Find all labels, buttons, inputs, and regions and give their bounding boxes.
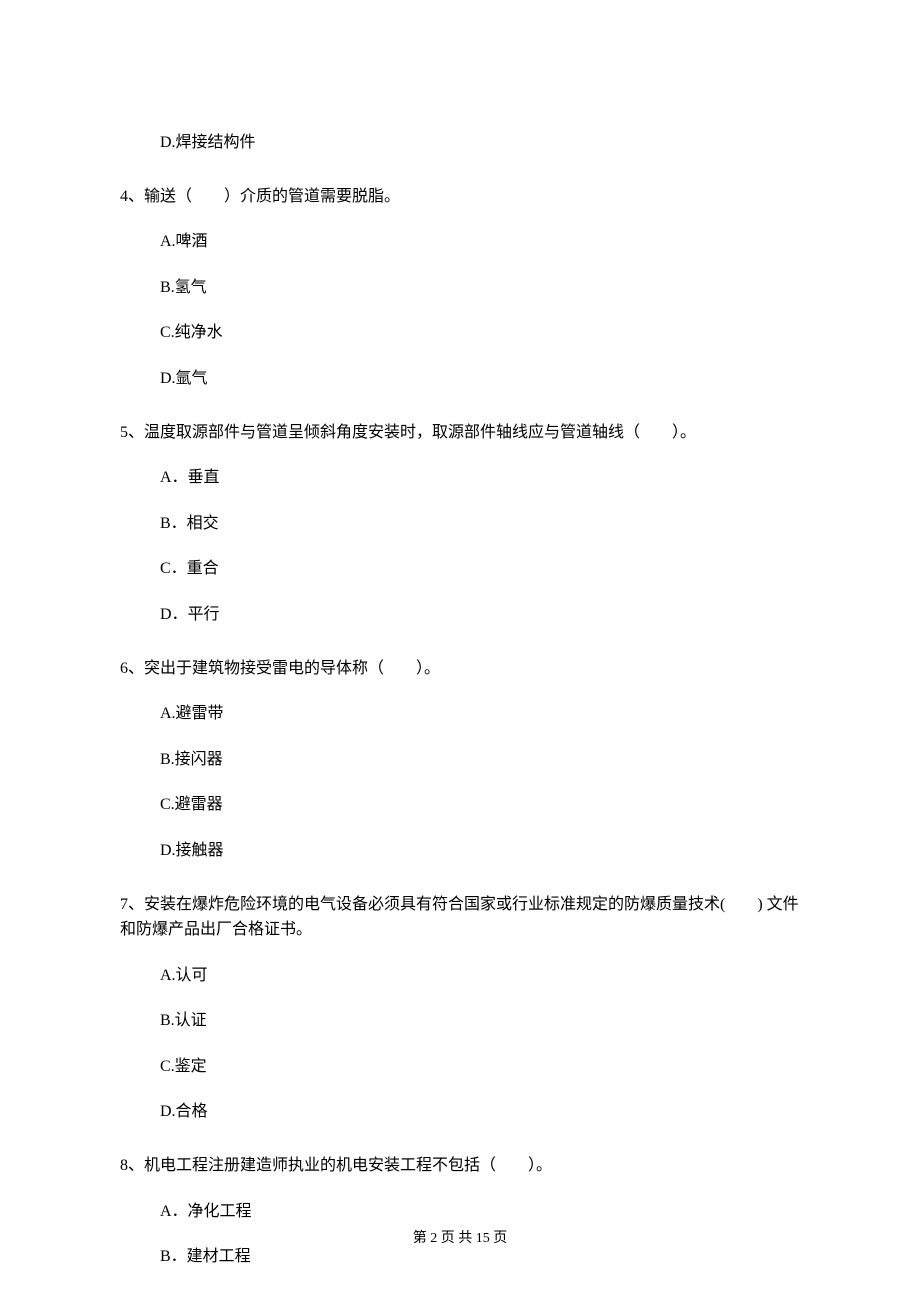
q6-text: 6、突出于建筑物接受雷电的导体称（ ）。: [120, 656, 800, 682]
q5-option-c: C．重合: [160, 556, 800, 582]
q7-text: 7、安装在爆炸危险环境的电气设备必须具有符合国家或行业标准规定的防爆质量技术( …: [120, 892, 800, 943]
q4-option-d: D.氩气: [160, 366, 800, 392]
q4-text: 4、输送（ ）介质的管道需要脱脂。: [120, 184, 800, 210]
q7-option-b: B.认证: [160, 1008, 800, 1034]
q7-option-c: C.鉴定: [160, 1054, 800, 1080]
q6-option-c: C.避雷器: [160, 792, 800, 818]
q6-option-a: A.避雷带: [160, 701, 800, 727]
q4-option-c: C.纯净水: [160, 320, 800, 346]
q5-option-a: A．垂直: [160, 465, 800, 491]
q7-option-a: A.认可: [160, 963, 800, 989]
q5-option-d: D．平行: [160, 602, 800, 628]
q8-text: 8、机电工程注册建造师执业的机电安装工程不包括（ ）。: [120, 1153, 800, 1179]
q6-option-d: D.接触器: [160, 838, 800, 864]
q3-option-d: D.焊接结构件: [160, 130, 800, 156]
q6-option-b: B.接闪器: [160, 747, 800, 773]
page-footer: 第 2 页 共 15 页: [0, 1228, 920, 1250]
q5-option-b: B．相交: [160, 511, 800, 537]
q4-option-b: B.氢气: [160, 275, 800, 301]
page-content: D.焊接结构件 4、输送（ ）介质的管道需要脱脂。 A.啤酒 B.氢气 C.纯净…: [0, 0, 920, 1270]
q8-option-a: A．净化工程: [160, 1199, 800, 1225]
q4-option-a: A.啤酒: [160, 229, 800, 255]
q5-text: 5、温度取源部件与管道呈倾斜角度安装时，取源部件轴线应与管道轴线（ ）。: [120, 420, 800, 446]
q7-option-d: D.合格: [160, 1099, 800, 1125]
